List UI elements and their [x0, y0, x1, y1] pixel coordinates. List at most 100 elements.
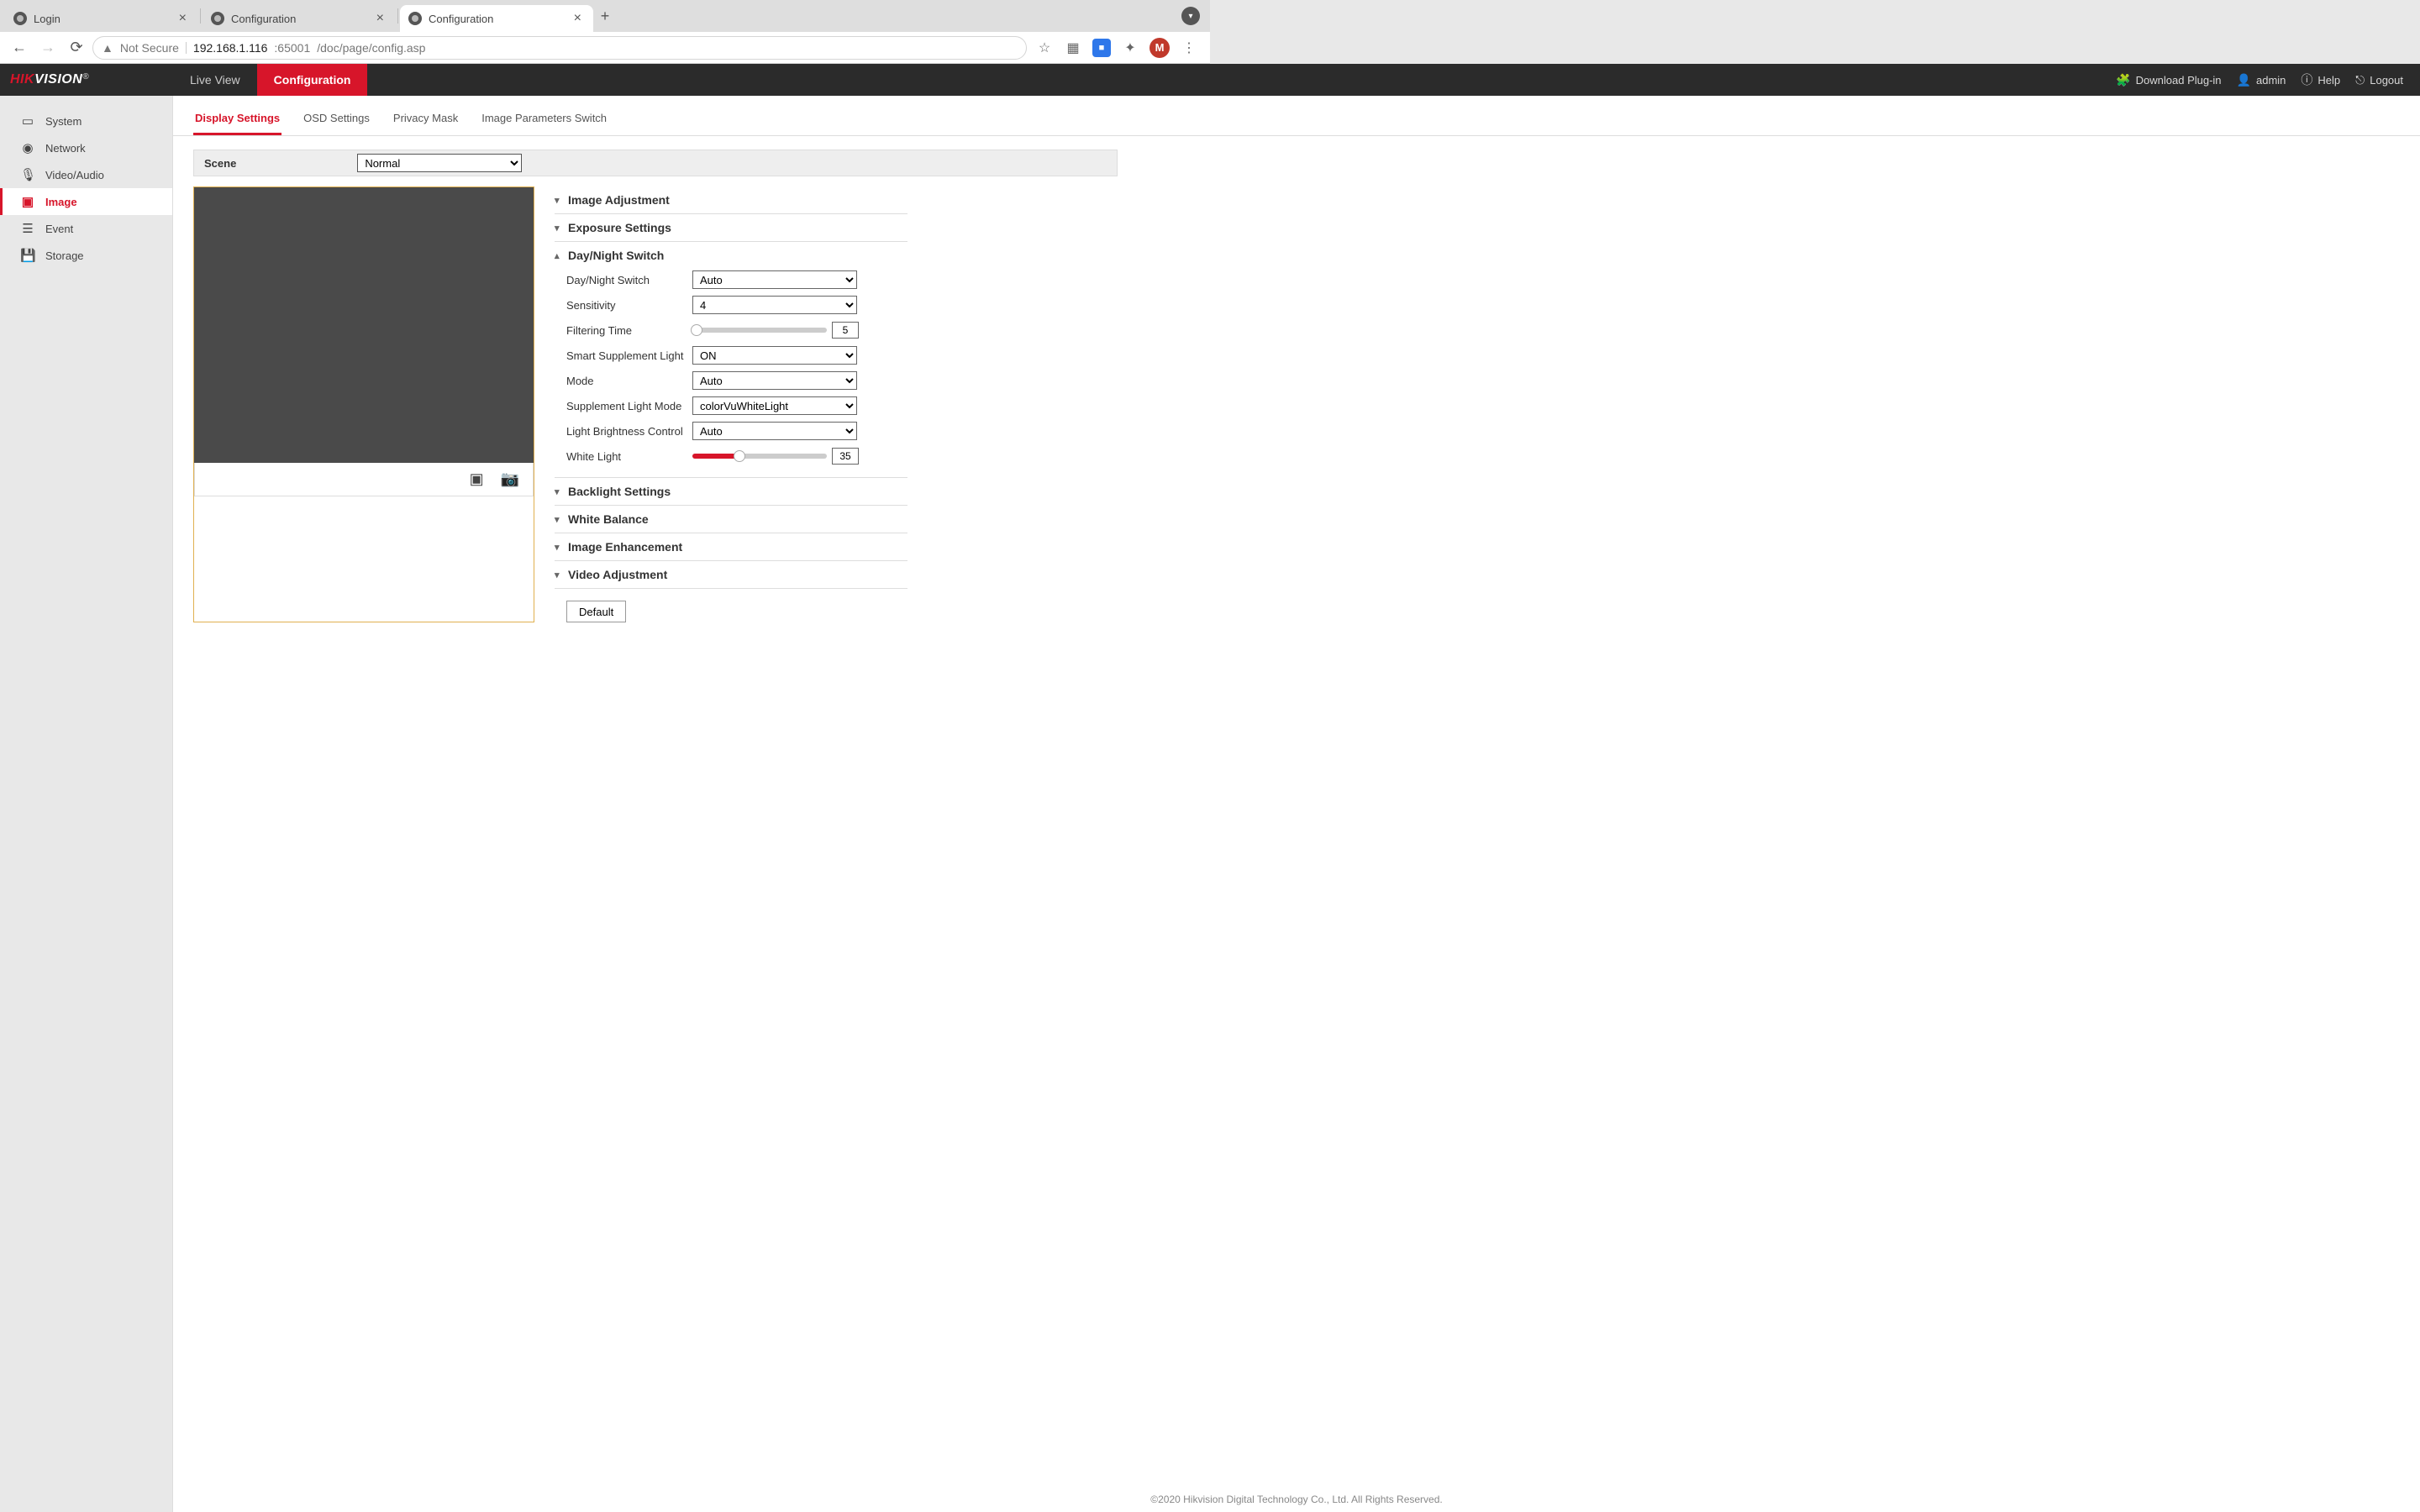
row-light-brightness-control: Light Brightness Control Auto — [566, 418, 908, 444]
section-white-balance: ▾ White Balance — [555, 506, 908, 533]
section-exposure-settings: ▾ Exposure Settings — [555, 214, 908, 242]
select-mode[interactable]: Auto — [692, 371, 857, 390]
sidebar-item-video-audio[interactable]: 🎙 Video/Audio — [0, 161, 172, 188]
sidebar-item-event[interactable]: ☰ Event — [0, 215, 172, 242]
sidebar-item-storage[interactable]: 💾 Storage — [0, 242, 172, 269]
puzzle-icon: 🧩 — [2116, 73, 2130, 87]
workspace: ▭ System ◉ Network 🎙 Video/Audio ▣ Image… — [0, 96, 2420, 1512]
tab-title: Configuration — [231, 13, 373, 25]
subtabs: Display Settings OSD Settings Privacy Ma… — [173, 96, 2420, 136]
tab-title: Configuration — [429, 13, 571, 25]
input-filtering-time[interactable] — [832, 322, 859, 339]
image-icon: ▣ — [20, 194, 35, 209]
footer: ©2020 Hikvision Digital Technology Co., … — [173, 1494, 2420, 1505]
download-plugin-label: Download Plug-in — [2136, 74, 2222, 87]
select-day-night-switch[interactable]: Auto — [692, 270, 857, 289]
default-button[interactable]: Default — [566, 601, 626, 622]
extensions-icon[interactable]: ✦ — [1121, 39, 1139, 57]
select-supplement-light-mode[interactable]: colorVuWhiteLight — [692, 396, 857, 415]
help-link[interactable]: ⓘ Help — [2301, 71, 2340, 88]
label-sensitivity: Sensitivity — [566, 299, 692, 312]
sidebar-item-system[interactable]: ▭ System — [0, 108, 172, 134]
sidebar-item-label: Storage — [45, 249, 84, 262]
tab-privacy-mask[interactable]: Privacy Mask — [392, 112, 460, 135]
profile-avatar[interactable]: M — [1150, 38, 1170, 58]
section-backlight-settings: ▾ Backlight Settings — [555, 478, 908, 506]
event-icon: ☰ — [20, 221, 35, 236]
sidebar-item-network[interactable]: ◉ Network — [0, 134, 172, 161]
not-secure-label: Not Secure — [120, 41, 179, 55]
system-icon: ▭ — [20, 113, 35, 129]
preview-panel: ▣ 📷 — [193, 186, 534, 622]
tab-strip: Login × Configuration × Configuration × … — [0, 0, 1210, 32]
browser-tab-login[interactable]: Login × — [5, 5, 198, 32]
logout-link[interactable]: ⎋ Logout — [2355, 73, 2403, 87]
brand-logo: HIKVISION® — [0, 72, 173, 87]
row-mode: Mode Auto — [566, 368, 908, 393]
select-sensitivity[interactable]: 4 — [692, 296, 857, 314]
section-header-image-enhancement[interactable]: ▾ Image Enhancement — [555, 540, 908, 554]
row-smart-supplement-light: Smart Supplement Light ON — [566, 343, 908, 368]
network-icon: ◉ — [20, 140, 35, 155]
top-nav: Live View Configuration — [173, 64, 367, 96]
zoom-extension-icon[interactable]: ■ — [1092, 39, 1111, 57]
settings-panel: ▾ Image Adjustment ▾ Exposure Settings — [555, 186, 908, 622]
scene-select[interactable]: Normal — [357, 154, 522, 172]
select-smart-supplement-light[interactable]: ON — [692, 346, 857, 365]
section-day-night-switch: ▴ Day/Night Switch Day/Night Switch Auto… — [555, 242, 908, 478]
record-icon[interactable]: ▣ — [470, 470, 484, 488]
close-icon[interactable]: × — [571, 12, 585, 25]
close-icon[interactable]: × — [373, 12, 387, 25]
user-icon: 👤 — [2237, 73, 2251, 87]
section-header-image-adjustment[interactable]: ▾ Image Adjustment — [555, 193, 908, 207]
browser-tab-config-2[interactable]: Configuration × — [400, 5, 593, 32]
section-header-backlight-settings[interactable]: ▾ Backlight Settings — [555, 485, 908, 498]
row-sensitivity: Sensitivity 4 — [566, 292, 908, 318]
label-day-night-switch: Day/Night Switch — [566, 274, 692, 286]
separator — [186, 42, 187, 54]
chevron-down-icon: ▾ — [555, 223, 565, 234]
section-header-day-night-switch[interactable]: ▴ Day/Night Switch — [555, 249, 908, 262]
label-white-light: White Light — [566, 450, 692, 463]
new-tab-button[interactable]: + — [593, 8, 617, 25]
browser-tab-config-1[interactable]: Configuration × — [203, 5, 396, 32]
reload-button[interactable]: ⟳ — [64, 35, 89, 60]
tab-display-settings[interactable]: Display Settings — [193, 112, 281, 135]
topbar: HIKVISION® Live View Configuration 🧩 Dow… — [0, 64, 2420, 96]
help-icon: ⓘ — [2301, 71, 2312, 88]
snapshot-icon[interactable]: 📷 — [501, 470, 519, 488]
window-menu-button[interactable] — [1181, 7, 1200, 25]
section-header-video-adjustment[interactable]: ▾ Video Adjustment — [555, 568, 908, 581]
slider-filtering-time[interactable] — [692, 328, 827, 333]
sidebar-item-label: Network — [45, 142, 86, 155]
url-path: /doc/page/config.asp — [317, 41, 425, 55]
app: HIKVISION® Live View Configuration 🧩 Dow… — [0, 64, 2420, 1512]
section-header-white-balance[interactable]: ▾ White Balance — [555, 512, 908, 526]
omnibox[interactable]: ▲ Not Secure 192.168.1.116:65001/doc/pag… — [92, 36, 1027, 60]
star-icon[interactable]: ☆ — [1035, 39, 1054, 57]
section-image-enhancement: ▾ Image Enhancement — [555, 533, 908, 561]
kebab-menu-icon[interactable]: ⋮ — [1180, 39, 1198, 57]
section-header-exposure-settings[interactable]: ▾ Exposure Settings — [555, 221, 908, 234]
not-secure-icon: ▲ — [102, 41, 113, 55]
select-light-brightness-control[interactable]: Auto — [692, 422, 857, 440]
tab-image-parameters-switch[interactable]: Image Parameters Switch — [480, 112, 608, 135]
content: Display Settings OSD Settings Privacy Ma… — [173, 96, 2420, 1512]
input-white-light[interactable] — [832, 448, 859, 465]
slider-white-light[interactable] — [692, 454, 827, 459]
address-bar: ← → ⟳ ▲ Not Secure 192.168.1.116:65001/d… — [0, 32, 1210, 64]
tab-osd-settings[interactable]: OSD Settings — [302, 112, 371, 135]
forward-button[interactable]: → — [35, 35, 60, 60]
back-button[interactable]: ← — [7, 35, 32, 60]
apps-icon[interactable]: ▦ — [1064, 39, 1082, 57]
url-port: :65001 — [274, 41, 310, 55]
chevron-down-icon: ▾ — [555, 514, 565, 525]
user-menu[interactable]: 👤 admin — [2237, 73, 2286, 87]
close-icon[interactable]: × — [176, 12, 190, 25]
sidebar-item-image[interactable]: ▣ Image — [0, 188, 172, 215]
nav-live-view[interactable]: Live View — [173, 64, 257, 96]
download-plugin-link[interactable]: 🧩 Download Plug-in — [2116, 73, 2221, 87]
nav-configuration[interactable]: Configuration — [257, 64, 368, 96]
storage-icon: 💾 — [20, 248, 35, 263]
user-label: admin — [2256, 74, 2286, 87]
